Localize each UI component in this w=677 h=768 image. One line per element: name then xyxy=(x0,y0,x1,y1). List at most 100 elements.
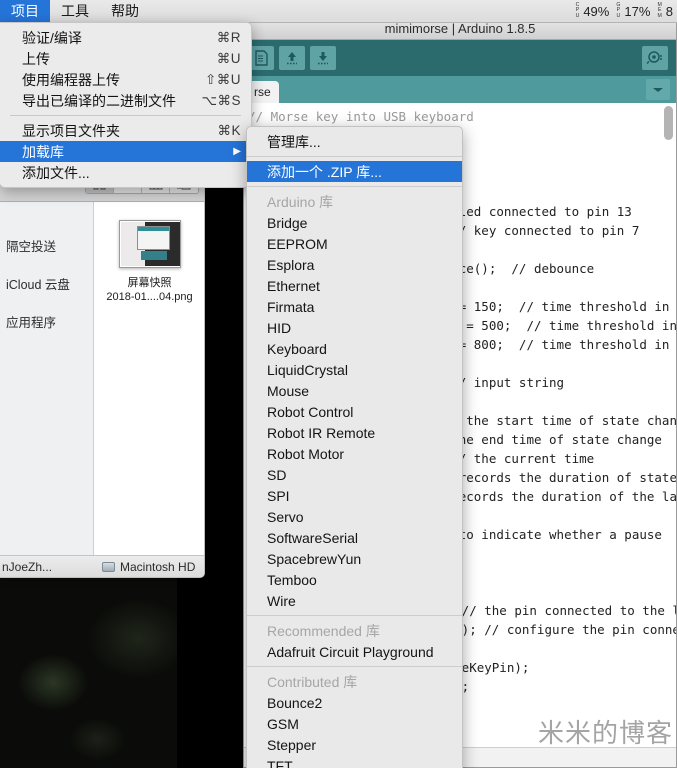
menubar-item-project[interactable]: 项目 xyxy=(0,0,50,22)
project-menu-item-5[interactable]: 显示项目文件夹 ⌘K xyxy=(0,120,251,141)
desktop-wallpaper xyxy=(0,578,177,768)
menu-item-label: 添加文件... xyxy=(22,164,90,181)
library-menu-item-30[interactable]: GSM xyxy=(247,713,462,734)
menu-item-label: 加载库 xyxy=(22,143,64,160)
project-menu-item-3[interactable]: 导出已编译的二进制文件 ⌥⌘S xyxy=(0,90,251,111)
project-menu-item-6[interactable]: 加载库 ▶ xyxy=(0,141,251,162)
library-menu-separator xyxy=(247,186,462,187)
project-menu-item-7[interactable]: 添加文件... xyxy=(0,162,251,183)
library-menu-item-31[interactable]: Stepper xyxy=(247,734,462,755)
submenu-arrow-icon: ▶ xyxy=(233,146,241,157)
library-menu-item-22[interactable]: Temboo xyxy=(247,569,462,590)
code-token: // Morse key into USB keyboard xyxy=(248,109,474,124)
menu-item-shortcut: ⌘R xyxy=(216,29,241,45)
library-menu-separator xyxy=(247,156,462,157)
watermark: 米米的博客 xyxy=(537,719,673,749)
library-group-header-4: Arduino 库 xyxy=(267,193,334,210)
mem-stat[interactable]: MEM 8 xyxy=(657,1,673,20)
mem-value: 8 xyxy=(665,3,673,19)
code-line: // Morse key into USB keyboard xyxy=(244,107,676,126)
menubar-status-area: CPU 49% GPU 17% MEM 8 xyxy=(575,1,677,20)
finder-file-area[interactable]: 屏幕快照 2018-01....04.png xyxy=(94,202,204,555)
finder-body: 隔空投送 iCloud 云盘 应用程序 屏幕快照 2018-01....04.p… xyxy=(0,202,204,555)
cpu-value: 49% xyxy=(583,3,610,19)
library-menu-item-17[interactable]: SD xyxy=(247,464,462,485)
library-menu-item-15[interactable]: Robot IR Remote xyxy=(247,422,462,443)
file-name: 屏幕快照 2018-01....04.png xyxy=(106,276,192,304)
library-menu-item-29[interactable]: Bounce2 xyxy=(247,692,462,713)
sidebar-item-airdrop[interactable]: 隔空投送 xyxy=(0,226,93,264)
library-menu-item-20[interactable]: SoftwareSerial xyxy=(247,527,462,548)
menu-item-label: 显示项目文件夹 xyxy=(22,122,120,139)
screen: 隔空投送 iCloud 云盘 应用程序 屏幕快照 2018-01....04.p… xyxy=(0,0,677,768)
chevron-down-icon[interactable] xyxy=(646,79,670,100)
volume-name: Macintosh HD xyxy=(120,559,196,574)
ide-tab-bar: rse xyxy=(244,76,676,103)
library-menu-item-8[interactable]: Ethernet xyxy=(247,275,462,296)
serial-monitor-icon[interactable] xyxy=(642,46,668,70)
file-name-line1: 屏幕快照 xyxy=(127,277,172,289)
finder-status-right: Macintosh HD xyxy=(94,559,204,574)
library-menu-item-10[interactable]: HID xyxy=(247,317,462,338)
library-menu-item-6[interactable]: EEPROM xyxy=(247,233,462,254)
library-menu-item-21[interactable]: SpacebrewYun xyxy=(247,548,462,569)
menubar-item-help[interactable]: 帮助 xyxy=(100,0,150,22)
library-menu-separator xyxy=(247,615,462,616)
finder-status-bar: nJoeZh... Macintosh HD xyxy=(0,555,204,577)
library-menu-separator xyxy=(247,666,462,667)
cpu-stat[interactable]: CPU 49% xyxy=(575,1,610,20)
library-submenu[interactable]: 管理库... 添加一个 .ZIP 库... Arduino 库 Bridge EEPRO… xyxy=(246,126,463,768)
library-menu-item-0[interactable]: 管理库... xyxy=(247,131,462,152)
cpu-icon: CPU xyxy=(575,1,580,19)
tab-label: rse xyxy=(254,85,271,99)
gpu-icon: GPU xyxy=(616,1,621,19)
menu-item-shortcut: ⇧⌘U xyxy=(204,71,241,87)
library-menu-item-5[interactable]: Bridge xyxy=(247,212,462,233)
library-menu-item-11[interactable]: Keyboard xyxy=(247,338,462,359)
file-thumbnail[interactable] xyxy=(118,220,181,268)
sidebar-item-applications[interactable]: 应用程序 xyxy=(0,302,93,340)
menu-item-shortcut: ⌘K xyxy=(217,122,241,138)
ide-toolbar xyxy=(244,40,676,76)
library-menu-item-13[interactable]: Mouse xyxy=(247,380,462,401)
finder-status-left: nJoeZh... xyxy=(2,559,53,574)
menu-item-label: 验证/编译 xyxy=(22,29,82,46)
library-menu-item-18[interactable]: SPI xyxy=(247,485,462,506)
library-menu-item-14[interactable]: Robot Control xyxy=(247,401,462,422)
library-menu-item-26[interactable]: Adafruit Circuit Playground xyxy=(247,641,462,662)
library-group-header-25: Recommended 库 xyxy=(267,622,380,639)
download-icon[interactable] xyxy=(310,46,336,70)
macos-menu-bar: 项目 工具 帮助 CPU 49% GPU 17% MEM 8 xyxy=(0,0,677,23)
file-name-line2: 2018-01....04.png xyxy=(106,291,193,303)
library-group-header-28: Contributed 库 xyxy=(267,673,358,690)
menu-item-label: 上传 xyxy=(22,50,50,67)
menu-item-label: 导出已编译的二进制文件 xyxy=(22,92,176,109)
library-menu-item-19[interactable]: Servo xyxy=(247,506,462,527)
library-menu-item-2[interactable]: 添加一个 .ZIP 库... xyxy=(247,161,462,182)
gpu-value: 17% xyxy=(624,3,651,19)
sidebar-item-icloud[interactable]: iCloud 云盘 xyxy=(0,264,93,302)
editor-scrollbar[interactable] xyxy=(664,106,673,766)
menu-item-shortcut: ⌘U xyxy=(216,50,241,66)
gpu-stat[interactable]: GPU 17% xyxy=(616,1,651,20)
library-menu-item-16[interactable]: Robot Motor xyxy=(247,443,462,464)
mem-icon: MEM xyxy=(657,1,662,19)
library-menu-item-7[interactable]: Esplora xyxy=(247,254,462,275)
scrollbar-thumb[interactable] xyxy=(664,106,673,140)
menu-separator xyxy=(10,115,241,116)
project-menu-item-2[interactable]: 使用编程器上传 ⇧⌘U xyxy=(0,69,251,90)
library-menu-item-9[interactable]: Firmata xyxy=(247,296,462,317)
project-menu-dropdown[interactable]: 验证/编译 ⌘R 上传 ⌘U 使用编程器上传 ⇧⌘U 导出已编译的二进制文件 ⌥⌘S 显示项目文… xyxy=(0,22,252,188)
ide-window-title: mimimorse | Arduino 1.8.5 xyxy=(384,21,536,36)
project-menu-item-0[interactable]: 验证/编译 ⌘R xyxy=(0,27,251,48)
library-menu-item-12[interactable]: LiquidCrystal xyxy=(247,359,462,380)
menu-item-label: 使用编程器上传 xyxy=(22,71,120,88)
project-menu-item-1[interactable]: 上传 ⌘U xyxy=(0,48,251,69)
hard-drive-icon xyxy=(102,561,115,572)
finder-sidebar[interactable]: 隔空投送 iCloud 云盘 应用程序 xyxy=(0,202,94,555)
upload-icon[interactable] xyxy=(279,46,305,70)
library-menu-item-32[interactable]: TFT xyxy=(247,755,462,768)
library-menu-item-23[interactable]: Wire xyxy=(247,590,462,611)
menubar-item-tools[interactable]: 工具 xyxy=(50,0,100,22)
menu-item-shortcut: ⌥⌘S xyxy=(201,92,241,108)
